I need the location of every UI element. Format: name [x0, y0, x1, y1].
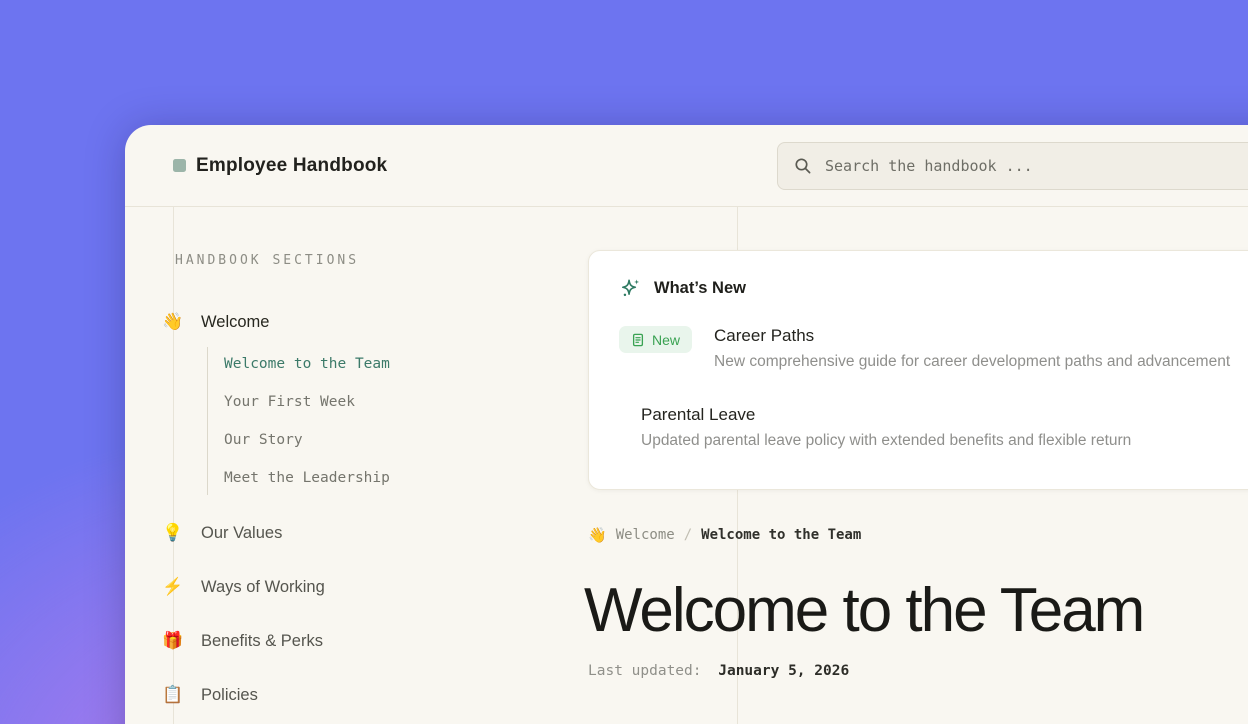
news-item-career-paths[interactable]: New Career Paths New comprehensive guide… — [619, 326, 1248, 371]
app-logo-icon — [173, 159, 186, 172]
document-icon — [631, 333, 645, 347]
app-window: Employee Handbook HANDBOOK SECTIONS 👋 We… — [125, 125, 1248, 724]
page-title: Welcome to the Team — [584, 575, 1143, 646]
breadcrumb-page: Welcome to the Team — [701, 527, 861, 543]
app-header: Employee Handbook — [125, 125, 1248, 207]
sidebar-item-label: Our Values — [201, 524, 282, 543]
gift-icon: 🎁 — [161, 629, 185, 653]
last-updated-value: January 5, 2026 — [718, 663, 849, 679]
sidebar-item-welcome[interactable]: 👋 Welcome — [161, 310, 269, 334]
news-text: Parental Leave Updated parental leave po… — [641, 405, 1131, 450]
sidebar-subitem-welcome-to-the-team[interactable]: Welcome to the Team — [224, 356, 390, 372]
news-text: Career Paths New comprehensive guide for… — [714, 326, 1230, 371]
wave-icon: 👋 — [588, 526, 607, 544]
breadcrumb-separator: / — [684, 527, 692, 543]
sidebar-item-label: Policies — [201, 686, 258, 705]
whats-new-card: What’s New New Career Paths New comprehe… — [588, 250, 1248, 490]
sidebar-item-policies[interactable]: 📋 Policies — [161, 683, 258, 707]
sidebar-item-ways-of-working[interactable]: ⚡ Ways of Working — [161, 575, 325, 599]
app-title: Employee Handbook — [196, 155, 387, 177]
sidebar-item-label: Welcome — [201, 313, 269, 332]
lightbulb-icon: 💡 — [161, 521, 185, 545]
sidebar-subitem-our-story[interactable]: Our Story — [224, 432, 303, 448]
clipboard-icon: 📋 — [161, 683, 185, 707]
lightning-icon: ⚡ — [161, 575, 185, 599]
sidebar-item-label: Ways of Working — [201, 578, 325, 597]
news-item-description: New comprehensive guide for career devel… — [714, 353, 1230, 371]
news-item-parental-leave[interactable]: Updated Parental Leave Updated parental … — [619, 405, 1248, 450]
news-item-title: Career Paths — [714, 326, 1230, 346]
new-badge: New — [619, 326, 692, 353]
breadcrumb: 👋 Welcome / Welcome to the Team — [588, 526, 861, 544]
sidebar-subtree-line — [207, 347, 208, 495]
sidebar-subitem-your-first-week[interactable]: Your First Week — [224, 394, 355, 410]
sidebar-subitem-meet-the-leadership[interactable]: Meet the Leadership — [224, 470, 390, 486]
last-updated: Last updated: January 5, 2026 — [588, 663, 849, 679]
sidebar-item-benefits-perks[interactable]: 🎁 Benefits & Perks — [161, 629, 323, 653]
sidebar-item-our-values[interactable]: 💡 Our Values — [161, 521, 282, 545]
breadcrumb-section[interactable]: Welcome — [616, 527, 675, 543]
search-input[interactable] — [825, 157, 1248, 175]
sparkles-icon — [619, 277, 642, 300]
sidebar-heading: HANDBOOK SECTIONS — [175, 253, 359, 268]
news-item-description: Updated parental leave policy with exten… — [641, 432, 1131, 450]
whats-new-header: What’s New — [619, 277, 1248, 300]
sidebar-item-label: Benefits & Perks — [201, 632, 323, 651]
last-updated-label: Last updated: — [588, 663, 702, 679]
wave-icon: 👋 — [161, 310, 185, 334]
badge-label: New — [652, 332, 680, 348]
search-icon — [794, 157, 812, 175]
news-item-title: Parental Leave — [641, 405, 1131, 425]
whats-new-title: What’s New — [654, 279, 746, 298]
search-box[interactable] — [777, 142, 1248, 190]
